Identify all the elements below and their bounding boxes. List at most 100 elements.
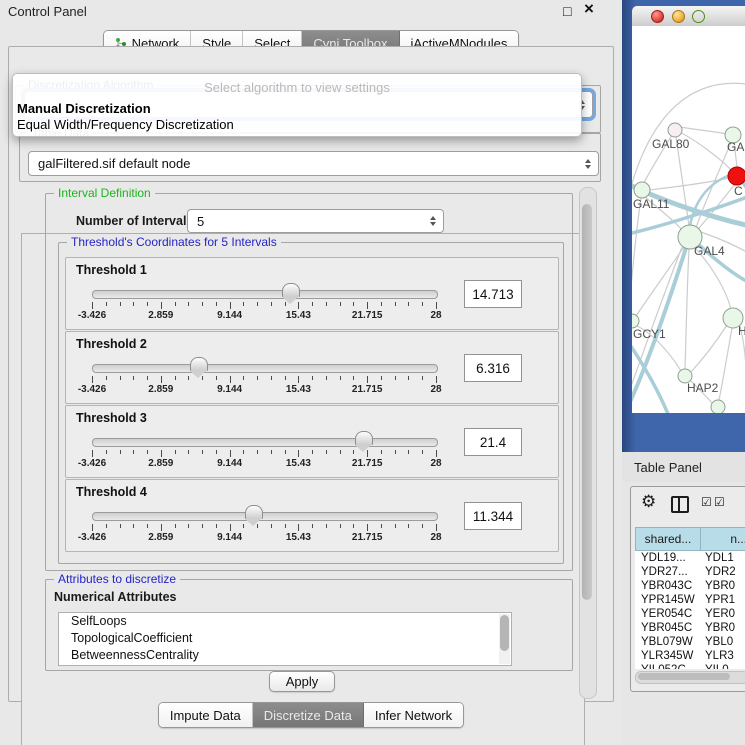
cyni-toolbox-panel: Discretization Algorithm Table Data galF…	[8, 46, 614, 702]
split-columns-icon[interactable]	[671, 496, 689, 513]
slider-tick	[408, 450, 409, 454]
slider-tick-label: 9.144	[205, 532, 255, 543]
slider-tick-label: 15.43	[273, 532, 323, 543]
cell-shared-name: YIL052C	[635, 663, 699, 669]
minimize-traffic-light-icon[interactable]	[672, 10, 685, 23]
slider-tick	[257, 376, 258, 380]
network-node[interactable]	[711, 400, 725, 413]
table-horizontal-scrollbar[interactable]	[635, 671, 745, 684]
network-window-titlebar	[632, 6, 745, 27]
threshold-slider-handle[interactable]	[355, 431, 373, 445]
attribute-item-selfloops[interactable]: SelfLoops	[59, 613, 511, 630]
algorithm-option-equal-width-frequency-discretization[interactable]: Equal Width/Frequency Discretization	[16, 117, 578, 133]
slider-tick	[436, 450, 437, 457]
network-node-selected[interactable]	[728, 167, 745, 185]
threshold-slider-handle[interactable]	[245, 505, 263, 519]
close-traffic-light-icon[interactable]	[651, 10, 664, 23]
threshold-slider-handle[interactable]	[282, 283, 300, 297]
threshold-value-field[interactable]	[464, 428, 522, 456]
slider-tick	[381, 302, 382, 306]
slider-tick	[202, 302, 203, 306]
slider-tick	[92, 302, 93, 309]
threshold-slider-track[interactable]	[92, 438, 438, 447]
attributes-list-scrollbar[interactable]	[499, 614, 510, 664]
thresholds-group-title: Threshold's Coordinates for 5 Intervals	[67, 235, 281, 249]
slider-tick-label: 9.144	[205, 384, 255, 395]
vertical-scrollbar-thumb[interactable]	[582, 204, 592, 600]
table-row[interactable]: YIL052CYIL0	[635, 663, 745, 669]
slider-tick	[202, 524, 203, 528]
tab-label: Discretize Data	[264, 708, 352, 723]
column-header-shared[interactable]: shared...	[635, 527, 700, 551]
checkbox-icon[interactable]: ☑	[701, 495, 712, 509]
slider-tick	[271, 450, 272, 454]
network-node[interactable]	[668, 123, 682, 137]
float-window-icon[interactable]: □	[563, 3, 571, 19]
tab-impute-data[interactable]: Impute Data	[159, 703, 253, 727]
slider-tick	[395, 302, 396, 306]
network-node[interactable]	[634, 182, 650, 198]
threshold-panel-3: Threshold 3-3.4262.8599.14415.4321.71528	[65, 405, 559, 478]
slider-tick	[120, 302, 121, 306]
threshold-value-field[interactable]	[464, 502, 522, 530]
zoom-traffic-light-icon[interactable]	[692, 10, 705, 23]
attribute-item-topologicalcoefficient[interactable]: TopologicalCoefficient	[59, 630, 511, 647]
threshold-value-field[interactable]	[464, 280, 522, 308]
apply-button[interactable]: Apply	[269, 671, 335, 692]
slider-tick	[340, 450, 341, 454]
slider-tick	[367, 376, 368, 383]
attributes-group: Attributes to discretize Numerical Attri…	[45, 579, 573, 671]
network-edge	[680, 127, 727, 134]
slider-tick	[285, 302, 286, 306]
vertical-scrollbar[interactable]	[579, 187, 597, 699]
numerical-attributes-list[interactable]: SelfLoopsTopologicalCoefficientBetweenne…	[58, 612, 512, 666]
slider-tick-label: 15.43	[273, 458, 323, 469]
gear-icon[interactable]: ⚙	[641, 492, 656, 512]
tab-discretize-data[interactable]: Discretize Data	[253, 703, 364, 727]
cell-shared-name: YBL079W	[635, 635, 699, 649]
node-label-gal11: GAL11	[633, 197, 670, 211]
table-data-combobox[interactable]: galFiltered.sif default node	[28, 151, 599, 176]
threshold-slider-track[interactable]	[92, 512, 438, 521]
table-row[interactable]: YDL19...YDL1	[635, 551, 745, 565]
algorithm-placeholder: Select algorithm to view settings	[13, 80, 581, 95]
cell-shared-name: YER054C	[635, 607, 699, 621]
cell-shared-name: YDL19...	[635, 551, 699, 565]
slider-tick-label: 9.144	[205, 458, 255, 469]
close-icon[interactable]: ×	[584, 1, 594, 17]
slider-tick-label: 15.43	[273, 384, 323, 395]
table-rows: YDL19...YDL1YDR27...YDR2YBR043CYBR0YPR14…	[635, 551, 745, 669]
slider-tick	[422, 450, 423, 454]
slider-tick	[133, 302, 134, 306]
column-header-name[interactable]: n...	[700, 527, 745, 551]
slider-tick	[408, 376, 409, 380]
slider-tick	[422, 524, 423, 528]
slider-tick	[326, 376, 327, 380]
slider-tick	[175, 376, 176, 380]
threshold-slider-track[interactable]	[92, 364, 438, 373]
threshold-value-field[interactable]	[464, 354, 522, 382]
attribute-item-betweennesscentrality[interactable]: BetweennessCentrality	[59, 647, 511, 664]
checkbox-icon[interactable]: ☑	[714, 495, 725, 509]
tab-infer-network[interactable]: Infer Network	[364, 703, 463, 727]
slider-tick	[106, 450, 107, 454]
slider-tick-label: 2.859	[136, 310, 186, 321]
table-row[interactable]: YDR27...YDR2	[635, 565, 745, 579]
threshold-slider-track[interactable]	[92, 290, 438, 299]
table-row[interactable]: YBR045CYBR0	[635, 621, 745, 635]
slider-tick	[106, 376, 107, 380]
network-canvas[interactable]: GAL80GACGAL11GAL4GCY1HHAP2	[632, 26, 745, 413]
node-label-h: H	[738, 324, 745, 338]
threshold-slider-handle[interactable]	[190, 357, 208, 371]
table-row[interactable]: YBL079WYBL0	[635, 635, 745, 649]
table-row[interactable]: YBR043CYBR0	[635, 579, 745, 593]
cell-name: YPR1	[699, 593, 745, 607]
control-panel-titlebar: Control Panel □ ×	[0, 0, 622, 24]
number-of-intervals-combobox[interactable]: 5	[187, 209, 444, 233]
table-row[interactable]: YPR145WYPR1	[635, 593, 745, 607]
slider-tick	[298, 450, 299, 457]
slider-tick	[243, 302, 244, 306]
table-row[interactable]: YLR345WYLR3	[635, 649, 745, 663]
table-row[interactable]: YER054CYER0	[635, 607, 745, 621]
algorithm-option-manual-discretization[interactable]: Manual Discretization	[16, 101, 578, 117]
